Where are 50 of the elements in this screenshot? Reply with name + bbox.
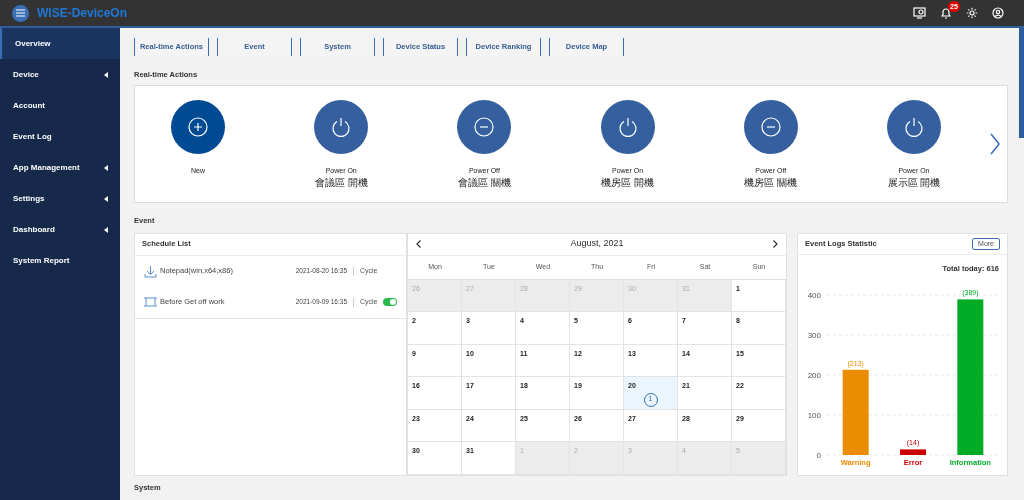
cycle-toggle[interactable] [383,298,397,306]
monitor-icon [913,7,926,19]
action-sublabel: 會議區 關機 [458,176,511,189]
sidebar-item[interactable]: Overview [0,28,120,59]
settings-icon [966,7,978,19]
bar [899,448,926,455]
previous-month-button[interactable] [416,240,421,248]
chevron-right-icon [990,133,1000,156]
sidebar-item[interactable]: Settings [0,183,120,214]
sidebar-item[interactable]: Dashboard [0,214,120,245]
download-icon [144,264,157,278]
y-tick-label: 400 [807,290,821,300]
minus-circle-icon [474,117,495,137]
chevron-right-icon [773,240,778,248]
action-button[interactable] [743,100,798,154]
next-month-button[interactable] [773,240,778,248]
app-logo: WISE-DeviceOn [37,5,128,22]
power-icon [616,116,639,138]
action-sublabel: 展示區 開機 [887,176,941,189]
action-sublabel: 機房區 關機 [744,176,798,189]
bell-icon [940,7,952,19]
action-button[interactable] [171,100,225,154]
y-tick-label: 100 [807,410,821,420]
chevron-left-icon [416,240,421,248]
y-tick-label: 200 [807,370,821,380]
user-button[interactable] [992,7,1004,19]
y-tick-label: 300 [807,330,821,340]
sidebar-item[interactable]: Account [0,90,120,121]
sidebar-item[interactable]: App Management [0,152,120,183]
action-button[interactable] [457,100,512,154]
action-sublabel: 機房區 開機 [601,176,654,189]
menu-button[interactable] [12,4,29,22]
action-button[interactable] [886,100,941,154]
settings-button[interactable] [966,7,978,19]
action-sublabel: 會議區 開機 [314,176,368,189]
power-icon [902,116,925,138]
user-icon [992,7,1004,19]
calendar-month: August, 2021 [569,237,625,251]
sidebar-item[interactable]: System Report [0,245,120,276]
sidebar-item[interactable]: Device [0,59,120,90]
frame-icon [144,296,157,308]
plus-circle-icon [188,117,208,137]
notifications-button[interactable] [940,7,952,19]
sidebar-item[interactable]: Event Log [0,121,120,152]
monitor-button[interactable] [913,7,926,19]
action-button[interactable] [600,100,655,154]
minus-circle-icon [760,117,781,137]
y-tick-label: 0 [816,450,821,460]
menu-icon [16,9,25,17]
action-button[interactable] [314,100,369,154]
